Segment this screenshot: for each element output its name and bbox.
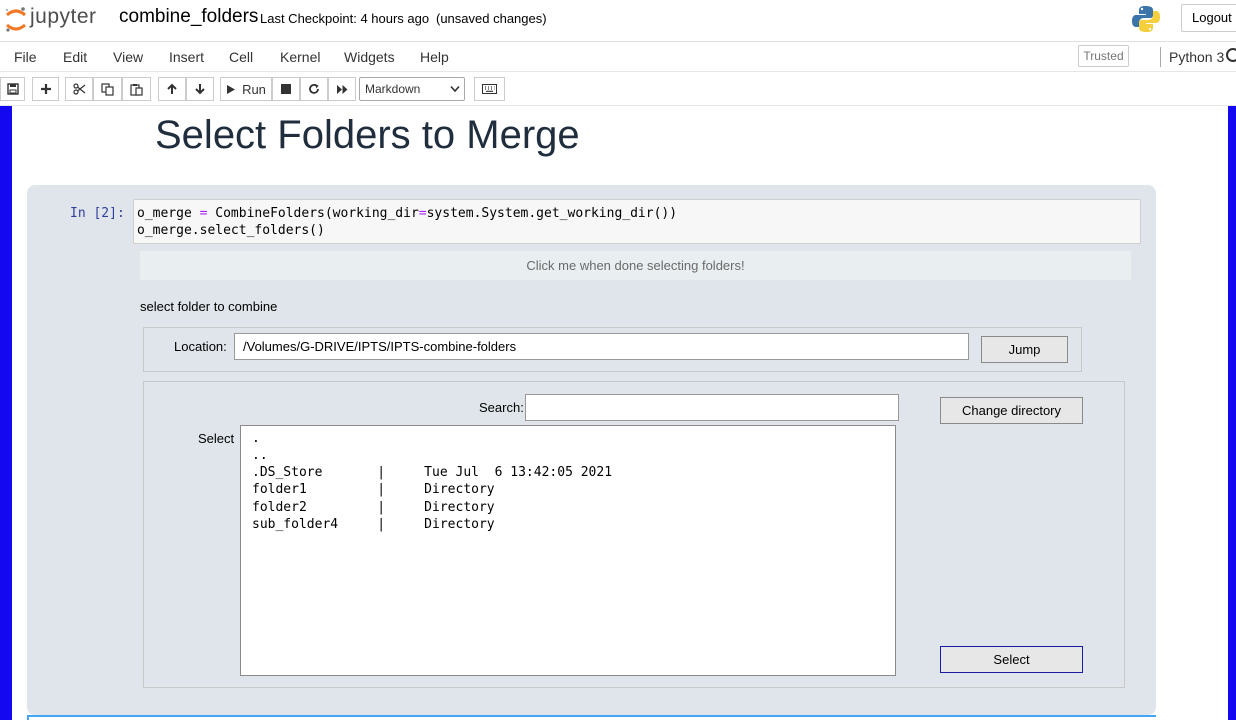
code-token: CombineFolders(working_dir bbox=[207, 206, 419, 221]
list-item[interactable]: sub_folder4 | Directory bbox=[252, 517, 495, 532]
list-item[interactable]: . bbox=[252, 431, 260, 446]
kernel-name[interactable]: Python 3 bbox=[1169, 49, 1224, 65]
jupyter-logo-icon[interactable] bbox=[4, 6, 28, 34]
menu-file[interactable]: File bbox=[14, 49, 37, 65]
chevron-down-icon bbox=[450, 85, 460, 93]
restart-icon bbox=[309, 84, 319, 94]
select-button[interactable]: Select bbox=[940, 646, 1083, 673]
location-input[interactable]: /Volumes/G-DRIVE/IPTS/IPTS-combine-folde… bbox=[234, 333, 969, 360]
move-up-button[interactable] bbox=[158, 77, 186, 101]
plus-icon bbox=[40, 84, 51, 94]
location-label: Location: bbox=[174, 339, 227, 354]
code-line-2: o_merge.select_folders() bbox=[137, 223, 325, 238]
restart-run-all-button[interactable] bbox=[328, 77, 356, 101]
code-token: o_merge bbox=[137, 206, 200, 221]
arrow-down-icon bbox=[195, 84, 205, 95]
menu-insert[interactable]: Insert bbox=[169, 49, 204, 65]
insert-cell-button[interactable] bbox=[32, 77, 59, 101]
right-edge-bar bbox=[1228, 106, 1236, 720]
kernel-separator bbox=[1160, 47, 1161, 67]
list-item[interactable]: .DS_Store | Tue Jul 6 13:42:05 2021 bbox=[252, 465, 612, 480]
restart-button[interactable] bbox=[300, 77, 328, 101]
paste-icon bbox=[130, 83, 143, 96]
menu-edit[interactable]: Edit bbox=[63, 49, 87, 65]
arrow-up-icon bbox=[167, 83, 177, 94]
toolbar: Run Markdown bbox=[0, 72, 1236, 106]
select-label: Select bbox=[198, 431, 235, 446]
run-label: Run bbox=[242, 81, 266, 97]
notebook-header: jupyter combine_folders Last Checkpoint:… bbox=[0, 0, 1236, 42]
notebook-name[interactable]: combine_folders bbox=[119, 6, 258, 28]
list-item[interactable]: .. bbox=[252, 448, 268, 463]
save-status: (unsaved changes) bbox=[436, 11, 547, 26]
kernel-status-icon bbox=[1226, 48, 1236, 62]
menu-cell[interactable]: Cell bbox=[229, 49, 253, 65]
menu-bar: File Edit View Insert Cell Kernel Widget… bbox=[0, 42, 1236, 72]
fast-forward-icon bbox=[336, 84, 347, 94]
menu-view[interactable]: View bbox=[113, 49, 143, 65]
cell-type-value: Markdown bbox=[365, 82, 421, 96]
list-item[interactable]: folder1 | Directory bbox=[252, 482, 495, 497]
copy-icon bbox=[101, 82, 114, 96]
cell-prompt: In [2]: bbox=[70, 206, 125, 221]
python-logo-icon bbox=[1132, 6, 1160, 32]
next-cell[interactable] bbox=[27, 715, 1156, 720]
interrupt-button[interactable] bbox=[272, 77, 300, 101]
cut-button[interactable] bbox=[65, 77, 93, 101]
markdown-heading: Select Folders to Merge bbox=[155, 113, 580, 157]
paste-button[interactable] bbox=[122, 77, 151, 101]
copy-button[interactable] bbox=[93, 77, 122, 101]
menu-kernel[interactable]: Kernel bbox=[280, 49, 320, 65]
checkpoint-status: Last Checkpoint: 4 hours ago bbox=[260, 11, 430, 26]
change-directory-button[interactable]: Change directory bbox=[940, 397, 1083, 424]
search-input[interactable] bbox=[525, 394, 899, 421]
file-listbox[interactable]: . .. .DS_Store | Tue Jul 6 13:42:05 2021… bbox=[240, 425, 896, 676]
jupyter-logo-text[interactable]: jupyter bbox=[30, 5, 97, 29]
done-selecting-button[interactable]: Click me when done selecting folders! bbox=[140, 251, 1131, 280]
save-icon bbox=[6, 83, 19, 95]
code-operator: = bbox=[418, 206, 427, 221]
jump-button[interactable]: Jump bbox=[981, 336, 1068, 363]
cell-type-select[interactable]: Markdown bbox=[359, 77, 465, 101]
instruction-label: select folder to combine bbox=[140, 299, 278, 314]
list-item[interactable]: folder2 | Directory bbox=[252, 500, 495, 515]
code-token: system.System.get_working_dir()) bbox=[426, 206, 678, 221]
run-button[interactable]: Run bbox=[220, 77, 272, 101]
scissors-icon bbox=[72, 83, 85, 95]
menu-widgets[interactable]: Widgets bbox=[344, 49, 395, 65]
command-palette-button[interactable] bbox=[474, 77, 505, 101]
play-icon bbox=[227, 84, 236, 94]
keyboard-icon bbox=[482, 84, 497, 94]
left-edge-bar bbox=[0, 106, 12, 720]
logout-button[interactable]: Logout bbox=[1181, 4, 1236, 32]
move-down-button[interactable] bbox=[186, 77, 214, 101]
search-label: Search: bbox=[479, 400, 524, 415]
menu-help[interactable]: Help bbox=[420, 49, 449, 65]
save-button[interactable] bbox=[0, 77, 25, 101]
trusted-indicator[interactable]: Trusted bbox=[1078, 45, 1129, 67]
code-line-1: o_merge = CombineFolders(working_dir=sys… bbox=[137, 206, 677, 221]
stop-icon bbox=[281, 84, 291, 94]
